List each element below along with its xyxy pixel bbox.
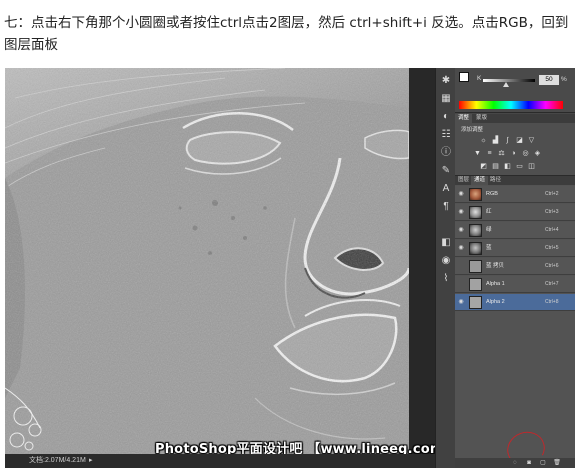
eye-icon[interactable]: ◉ [457, 298, 465, 306]
tab-masks[interactable]: 蒙版 [473, 114, 490, 123]
channel-thumbnail [469, 260, 482, 273]
color-panel: K 50 % [455, 68, 575, 113]
eye-icon[interactable] [457, 280, 465, 288]
channel-row-red[interactable]: ◉ 红 Ctrl+3 [455, 204, 575, 221]
brush-panel-icon[interactable]: ✎ [439, 164, 453, 178]
layers-panel-icon[interactable]: ◧ [439, 236, 453, 250]
swatches-panel-icon[interactable]: ▦ [439, 92, 453, 106]
character-panel-icon[interactable]: A [439, 182, 453, 196]
bw-icon[interactable]: ◑ [509, 149, 518, 158]
eye-icon[interactable]: ◉ [457, 190, 465, 198]
photo-filter-icon[interactable]: ◎ [521, 149, 530, 158]
channel-name: Alpha 1 [486, 281, 505, 287]
eye-icon[interactable]: ◉ [457, 244, 465, 252]
channel-name: 红 [486, 209, 492, 215]
status-bar: 文档:2.07M/4.21M ▸ [5, 454, 435, 468]
channel-row-alpha-1[interactable]: Alpha 1 Ctrl+7 [455, 276, 575, 293]
channel-thumbnail [469, 296, 482, 309]
high-pass-face-image [5, 68, 409, 454]
eye-icon[interactable]: ◉ [457, 208, 465, 216]
k-percent-label: % [561, 76, 567, 83]
channel-row-blue[interactable]: ◉ 蓝 Ctrl+5 [455, 240, 575, 257]
instruction-text: 七：点击右下角那个小圆圈或者按住ctrl点击2图层，然后 ctrl+shift+… [4, 12, 574, 56]
instruction-line-2: 图层面板 [4, 37, 58, 53]
invert-icon[interactable]: ◩ [479, 162, 488, 171]
tab-channels[interactable]: 通道 [471, 176, 489, 185]
channel-row-green[interactable]: ◉ 绿 Ctrl+4 [455, 222, 575, 239]
channel-shortcut: Ctrl+4 [545, 227, 559, 233]
gradient-triangle-icon[interactable]: ▽ [527, 136, 536, 145]
save-selection-icon[interactable]: ◙ [525, 459, 533, 467]
channel-thumbnail [469, 206, 482, 219]
brightness-icon[interactable]: ☼ [479, 136, 488, 145]
load-selection-icon[interactable]: ◌ [511, 459, 519, 467]
paths-panel-icon[interactable]: ⌇ [439, 272, 453, 286]
channel-mixer-icon[interactable]: ◈ [533, 149, 542, 158]
channel-shortcut: Ctrl+7 [545, 281, 559, 287]
channel-thumbnail [469, 278, 482, 291]
eye-icon[interactable]: ◉ [457, 226, 465, 234]
balance-icon[interactable]: ⚖ [497, 149, 506, 158]
exposure-icon[interactable]: ◪ [515, 136, 524, 145]
channel-shortcut: Ctrl+6 [545, 263, 559, 269]
color-panel-icon[interactable]: ✱ [439, 74, 453, 88]
doc-size-info[interactable]: 文档:2.07M/4.21M [29, 457, 86, 464]
paragraph-panel-icon[interactable]: ¶ [439, 200, 453, 214]
panel-dock: ✱ ▦ ◐ ☷ ⓘ ✎ A ¶ ◧ ◉ ⌇ [435, 68, 455, 468]
k-slider-track[interactable] [483, 79, 535, 82]
instruction-line-1: 七：点击右下角那个小圆圈或者按住ctrl点击2图层，然后 ctrl+shift+… [4, 15, 569, 31]
k-slider-handle[interactable] [503, 82, 509, 87]
layers-tabs: 图层 通道 路径 [455, 176, 575, 185]
channel-name: RGB [486, 191, 498, 197]
channels-panel: 图层 通道 路径 ◉ RGB Ctrl+2 ◉ 红 Ctrl+3 ◉ 绿 Ctr… [455, 176, 575, 468]
channel-name: 蓝 拷贝 [486, 263, 505, 269]
channel-thumbnail [469, 242, 482, 255]
right-panels: K 50 % 调整 蒙版 添加调整 ☼ ▟ ∫ ◪ ▽ ▼ ≡ ⚖ ◑ ◎ ◈ … [455, 68, 575, 468]
threshold-icon[interactable]: ◧ [503, 162, 512, 171]
eye-icon[interactable] [457, 262, 465, 270]
adjustments-tabs: 调整 蒙版 [455, 114, 575, 123]
photoshop-screenshot: PhotoShop平面设计吧 【www.lineeg.com/tieba/178… [5, 68, 575, 468]
selective-color-icon[interactable]: ◫ [527, 162, 536, 171]
channels-panel-icon[interactable]: ◉ [439, 254, 453, 268]
tab-paths[interactable]: 路径 [487, 176, 504, 185]
levels-icon[interactable]: ▟ [491, 136, 500, 145]
status-menu-arrow-icon[interactable]: ▸ [89, 454, 93, 468]
channel-row-rgb[interactable]: ◉ RGB Ctrl+2 [455, 186, 575, 203]
channel-shortcut: Ctrl+2 [545, 191, 559, 197]
delete-channel-icon[interactable]: 🗑 [553, 459, 561, 467]
info-panel-icon[interactable]: ⓘ [439, 146, 453, 160]
adjustments-title: 添加调整 [461, 127, 484, 133]
channel-name: 蓝 [486, 245, 492, 251]
channel-row-alpha-2[interactable]: ◉ Alpha 2 Ctrl+8 [455, 294, 575, 311]
k-label: K [477, 75, 482, 82]
new-channel-icon[interactable]: ▢ [539, 459, 547, 467]
channel-name: 绿 [486, 227, 492, 233]
channel-shortcut: Ctrl+8 [545, 299, 559, 305]
channel-row-blue-copy[interactable]: 蓝 拷贝 Ctrl+6 [455, 258, 575, 275]
document-canvas[interactable] [5, 68, 409, 454]
channels-bottom-bar: ◌ ◙ ▢ 🗑 [455, 458, 575, 468]
adjust-panel-icon[interactable]: ☷ [439, 128, 453, 142]
tab-adjustments[interactable]: 调整 [455, 114, 473, 123]
channel-shortcut: Ctrl+5 [545, 245, 559, 251]
tab-layers[interactable]: 图层 [455, 176, 472, 185]
k-value-field[interactable]: 50 [539, 75, 559, 85]
posterize-icon[interactable]: ▤ [491, 162, 500, 171]
channel-thumbnail [469, 224, 482, 237]
channel-name: Alpha 2 [486, 299, 505, 305]
adjustments-panel: 调整 蒙版 添加调整 ☼ ▟ ∫ ◪ ▽ ▼ ≡ ⚖ ◑ ◎ ◈ ◩ ▤ ◧ ▭… [455, 114, 575, 176]
curves-icon[interactable]: ∫ [503, 136, 512, 145]
vibrance-icon[interactable]: ▼ [473, 149, 482, 158]
foreground-color-swatch[interactable] [459, 72, 469, 82]
hue-icon[interactable]: ≡ [485, 149, 494, 158]
styles-panel-icon[interactable]: ◐ [439, 110, 453, 124]
color-spectrum-bar[interactable] [459, 101, 563, 109]
canvas-pasteboard [409, 68, 435, 468]
gradient-map-icon[interactable]: ▭ [515, 162, 524, 171]
channel-shortcut: Ctrl+3 [545, 209, 559, 215]
channel-thumbnail [469, 188, 482, 201]
